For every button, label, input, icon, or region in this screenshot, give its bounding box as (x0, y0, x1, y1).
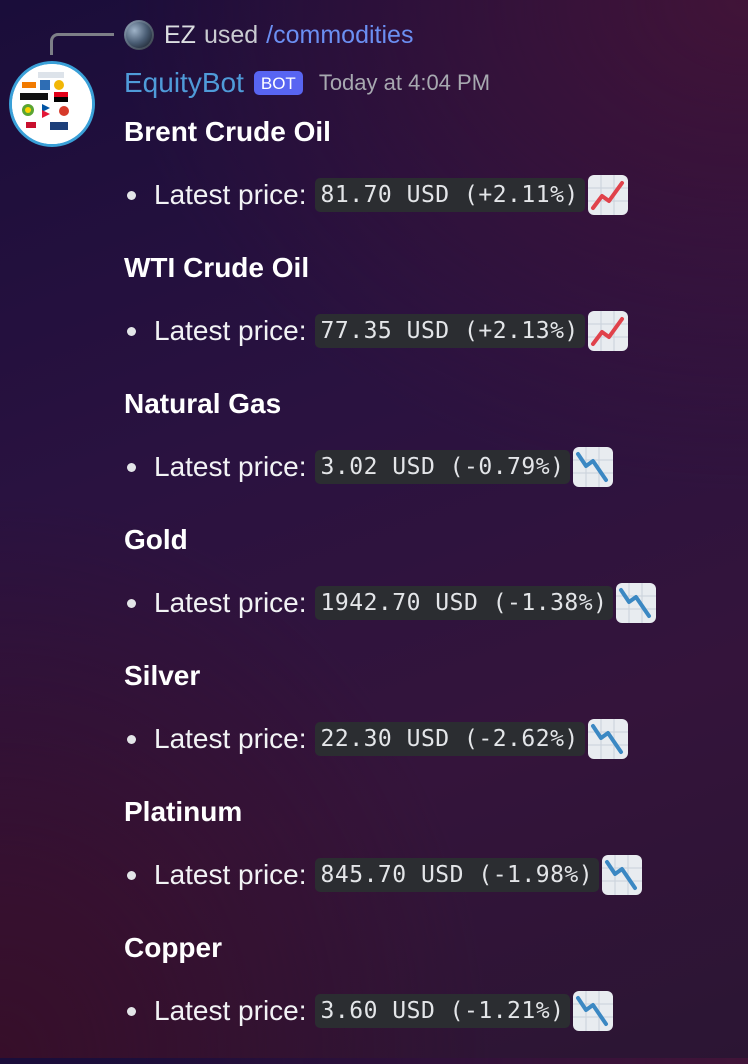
price-value: 22.30 USD (-2.62%) (314, 722, 585, 756)
chart-increasing-icon (587, 174, 629, 216)
commodity-platinum: Platinum Latest price: 845.70 USD (-1.98… (124, 792, 734, 928)
price-label: Latest price: (154, 587, 307, 618)
commodity-silver: Silver Latest price: 22.30 USD (-2.62%) (124, 656, 734, 792)
commodity-name: Gold (124, 524, 188, 555)
reply-reference[interactable]: EZ used /commodities (124, 18, 413, 52)
chart-increasing-icon (587, 310, 629, 352)
reply-used-text: used (203, 20, 259, 49)
bot-badge: BOT (253, 71, 303, 95)
commodity-name: Natural Gas (124, 388, 282, 419)
bullet-icon (127, 598, 136, 608)
price-value: 1942.70 USD (-1.38%) (314, 586, 614, 620)
price-label: Latest price: (154, 723, 307, 754)
message-header: EquityBot BOT Today at 4:04 PM (124, 64, 490, 102)
price-row: Latest price: 3.02 USD (-0.79%) (124, 446, 614, 488)
reply-username[interactable]: EZ (164, 21, 196, 50)
commodity-gold: Gold Latest price: 1942.70 USD (-1.38%) (124, 520, 734, 656)
price-label: Latest price: (154, 859, 307, 890)
bullet-icon (127, 734, 136, 744)
commodity-copper: Copper Latest price: 3.60 USD (-1.21%) (124, 928, 734, 1064)
commodity-natural-gas: Natural Gas Latest price: 3.02 USD (-0.7… (124, 384, 734, 520)
price-label: Latest price: (154, 179, 307, 210)
price-row: Latest price: 3.60 USD (-1.21%) (124, 990, 614, 1032)
avatar-logo-collage (12, 64, 92, 144)
commodity-name: Platinum (124, 796, 243, 827)
price-row: Latest price: 77.35 USD (+2.13%) (124, 310, 629, 352)
commodity-name: WTI Crude Oil (124, 252, 310, 283)
reply-user-avatar[interactable] (124, 20, 154, 50)
commodity-name: Copper (124, 932, 222, 963)
message-timestamp[interactable]: Today at 4:04 PM (319, 70, 490, 96)
commodity-name: Silver (124, 660, 201, 691)
bot-avatar[interactable] (12, 64, 92, 144)
price-value: 77.35 USD (+2.13%) (314, 314, 585, 348)
chart-decreasing-icon (601, 854, 643, 896)
chart-decreasing-icon (572, 446, 614, 488)
price-label: Latest price: (154, 995, 307, 1026)
bullet-icon (127, 190, 136, 200)
reply-connector-line (50, 33, 114, 55)
commodity-wti: WTI Crude Oil Latest price: 77.35 USD (+… (124, 248, 734, 384)
price-row: Latest price: 845.70 USD (-1.98%) (124, 854, 643, 896)
price-value: 3.02 USD (-0.79%) (314, 450, 571, 484)
chart-decreasing-icon (572, 990, 614, 1032)
price-row: Latest price: 1942.70 USD (-1.38%) (124, 582, 657, 624)
price-label: Latest price: (154, 315, 307, 346)
bullet-icon (127, 462, 136, 472)
bot-username[interactable]: EquityBot (124, 67, 244, 99)
bullet-icon (127, 1006, 136, 1016)
price-row: Latest price: 81.70 USD (+2.11%) (124, 174, 629, 216)
chart-decreasing-icon (615, 582, 657, 624)
reply-command-link[interactable]: /commodities (266, 21, 413, 50)
price-label: Latest price: (154, 451, 307, 482)
price-value: 81.70 USD (+2.11%) (314, 178, 585, 212)
message-content: Brent Crude Oil Latest price: 81.70 USD … (124, 112, 734, 1064)
commodity-name: Brent Crude Oil (124, 116, 331, 147)
commodity-brent: Brent Crude Oil Latest price: 81.70 USD … (124, 112, 734, 248)
price-value: 3.60 USD (-1.21%) (314, 994, 571, 1028)
bullet-icon (127, 870, 136, 880)
price-row: Latest price: 22.30 USD (-2.62%) (124, 718, 629, 760)
chart-decreasing-icon (587, 718, 629, 760)
bullet-icon (127, 326, 136, 336)
price-value: 845.70 USD (-1.98%) (314, 858, 600, 892)
